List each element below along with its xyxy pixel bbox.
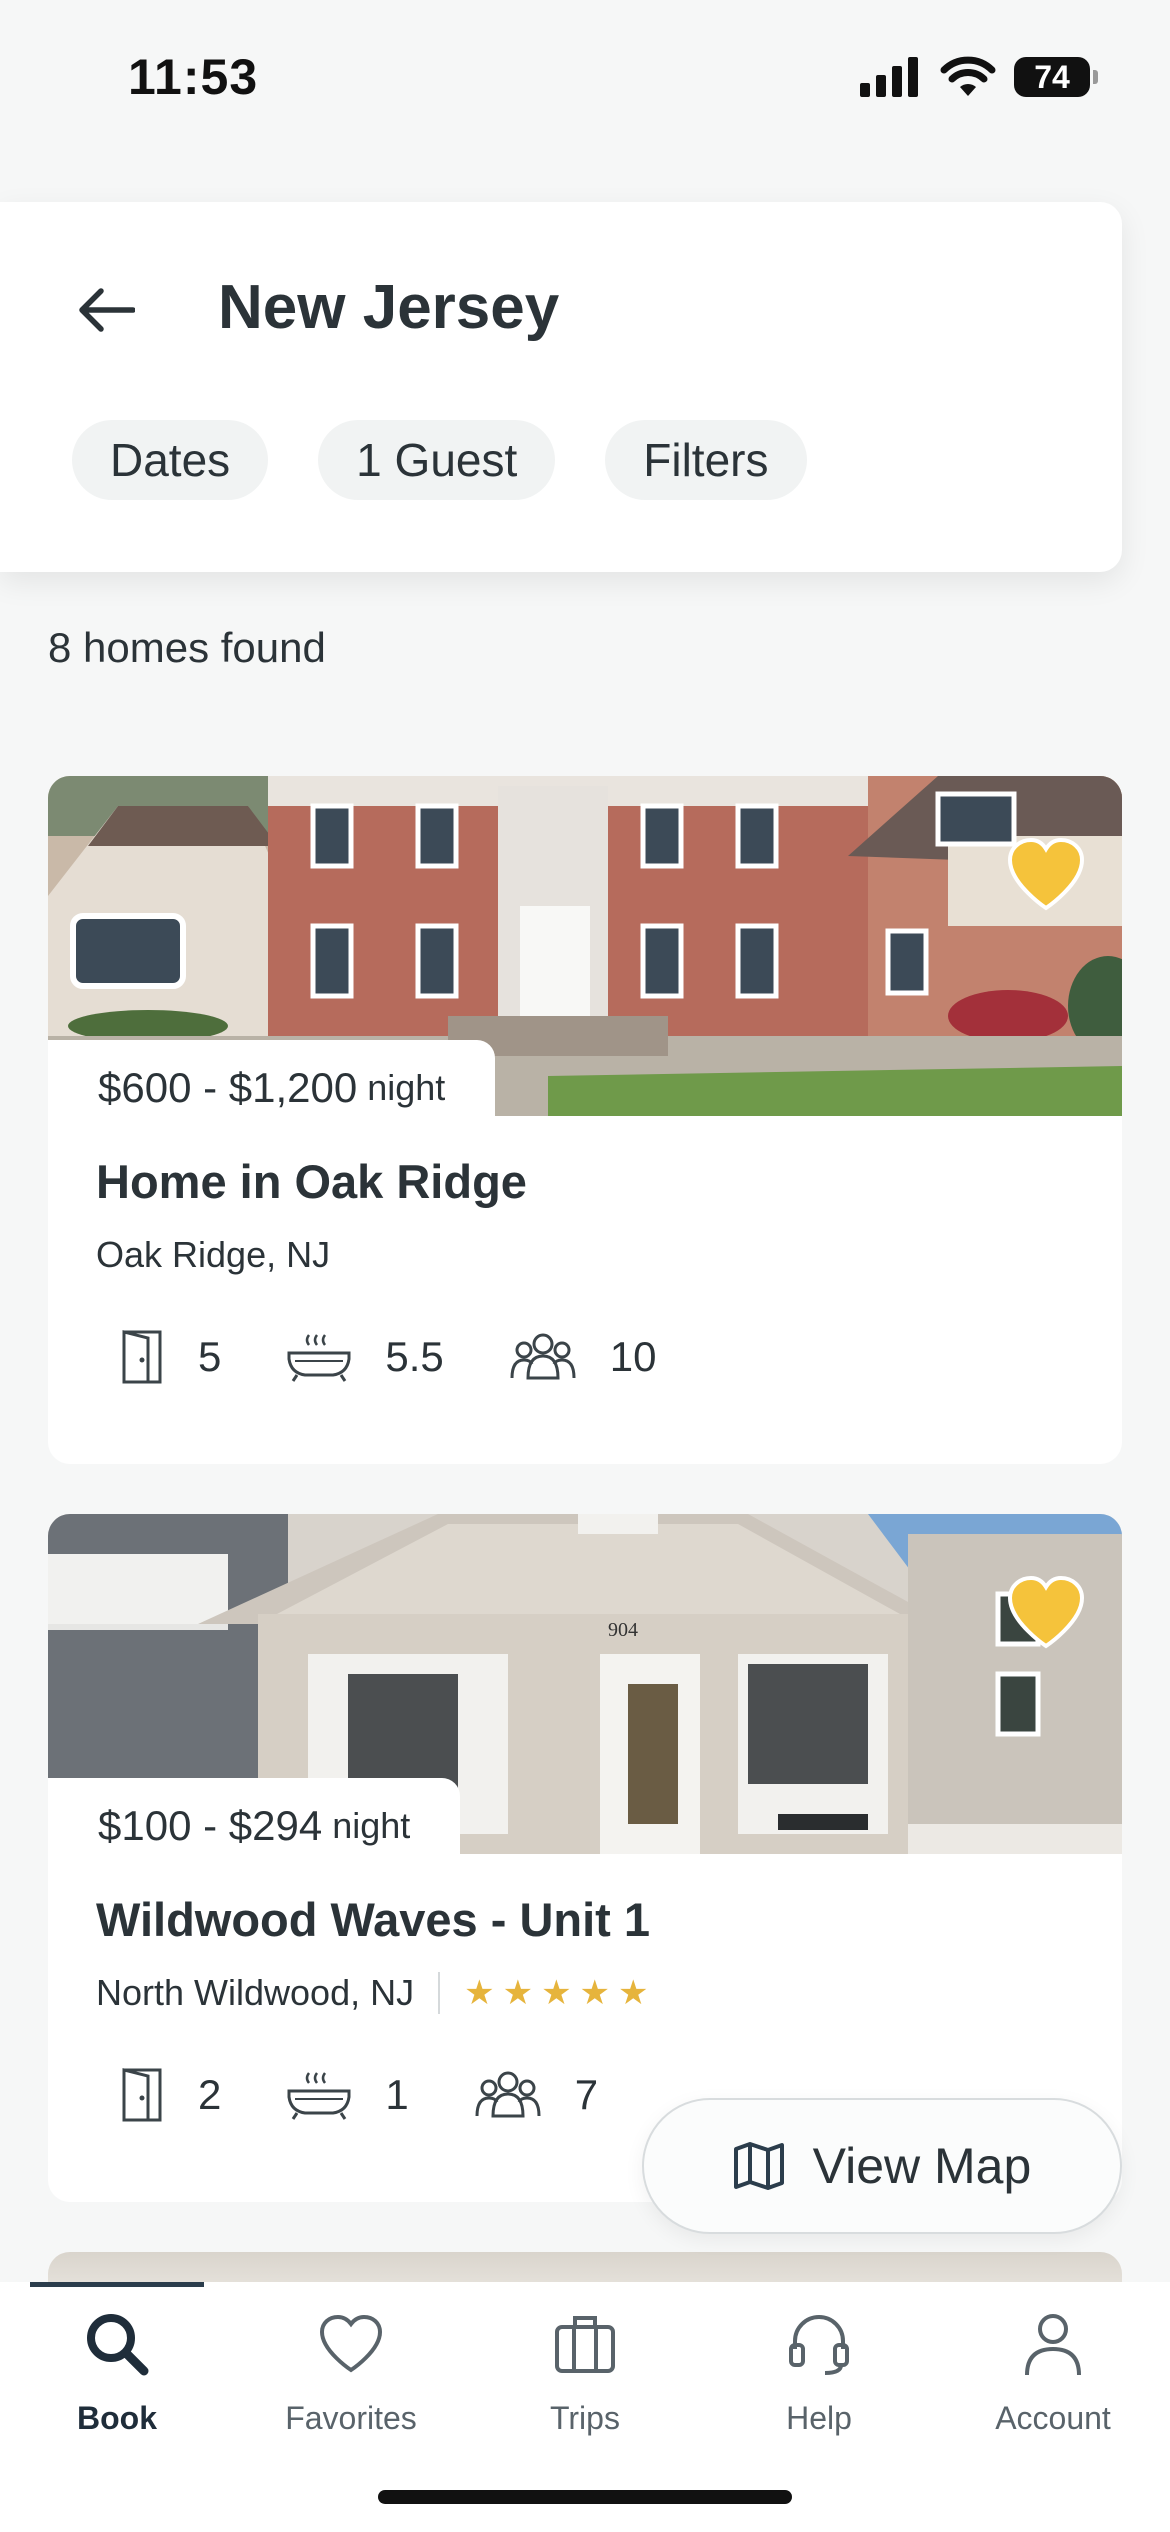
listing-card[interactable]: $600 - $1,200 night Home in Oak Ridge Oa… [48,776,1122,1464]
listing-name[interactable]: Wildwood Waves - Unit 1 [96,1892,650,1947]
guests-amenity: 10 [510,1332,657,1382]
price-range: $100 - $294 [98,1802,323,1849]
status-icons: 74 [860,56,1098,98]
guests-amenity: 7 [475,2070,598,2120]
house-number-text: 904 [608,1619,638,1641]
suitcase-icon [555,2316,615,2373]
guests-count: 7 [574,2071,599,2118]
headset-icon [789,2315,849,2375]
tab-book[interactable]: Book [0,2304,234,2454]
bathrooms-amenity: 1 [287,2069,409,2121]
active-tab-indicator [30,2282,204,2287]
bedrooms-count: 2 [198,2071,222,2118]
battery-icon: 74 [1014,57,1098,97]
home-indicator [378,2490,792,2504]
status-bar: 11:53 74 [0,0,1170,150]
dates-chip[interactable]: Dates [72,420,269,500]
tab-account[interactable]: Account [936,2304,1170,2454]
tab-label: Book [77,2400,157,2436]
tab-help[interactable]: Help [702,2304,936,2454]
guests-chip[interactable]: 1 Guest [318,420,556,500]
bathrooms-count: 5.5 [385,1333,444,1380]
star-icon: ★ [618,1974,649,2012]
search-header-card [0,202,1122,572]
page-title: New Jersey [218,273,560,342]
status-time: 11:53 [128,49,259,105]
bathrooms-amenity: 5.5 [287,1331,444,1383]
view-map-label: View Map [812,2138,1032,2194]
tab-label: Favorites [285,2400,417,2436]
favorite-heart-icon[interactable] [1006,838,1086,912]
filters-chip[interactable]: Filters [605,420,807,500]
tab-label: Account [995,2400,1111,2436]
door-icon [122,2068,162,2122]
tab-favorites[interactable]: Favorites [234,2304,468,2454]
search-icon [87,2314,149,2376]
location-divider [438,1972,441,2014]
door-icon [122,1330,162,1384]
amenities-row: 2 1 7 [120,2066,664,2124]
listing-location: North Wildwood, NJ [96,1972,415,2013]
cellular-signal-icon [860,57,918,97]
rating-stars: ★ ★ ★ ★ ★ [464,1976,648,2010]
person-icon [1025,2314,1081,2376]
tab-trips[interactable]: Trips [468,2304,702,2454]
listing-details: Home in Oak Ridge Oak Ridge, NJ 5 5.5 10 [48,1116,1122,1464]
bathtub-icon [287,1334,351,1382]
star-icon: ★ [464,1974,495,2012]
back-button[interactable] [74,278,138,342]
bathtub-icon [287,2072,351,2120]
tab-label: Trips [550,2400,620,2436]
filter-chips: Dates 1 Guest Filters [72,420,807,500]
star-icon: ★ [579,1974,611,2012]
price-unit: night [367,1067,446,1108]
guests-icon [510,1333,576,1380]
amenities-row: 5 5.5 10 [120,1328,722,1386]
price-unit: night [332,1805,411,1846]
heart-icon [319,2314,383,2373]
listing-location-row: North Wildwood, NJ ★ ★ ★ ★ ★ [96,1972,649,2014]
star-icon: ★ [541,1974,572,2012]
bedrooms-amenity: 2 [120,2066,221,2124]
guests-icon [475,2071,541,2118]
listing-name[interactable]: Home in Oak Ridge [96,1154,527,1209]
listing-location: Oak Ridge, NJ [96,1234,331,1275]
view-map-button[interactable]: View Map [642,2098,1122,2234]
wifi-icon [940,56,996,96]
price-range: $600 - $1,200 [98,1064,358,1111]
favorite-heart-icon[interactable] [1006,1576,1086,1650]
map-icon [733,2142,784,2190]
guests-count: 10 [609,1333,657,1380]
star-icon: ★ [502,1974,534,2012]
listing-location-row: Oak Ridge, NJ [96,1234,330,1276]
bedrooms-amenity: 5 [120,1328,221,1386]
back-arrow-icon [79,288,135,332]
results-count: 8 homes found [48,624,326,671]
bedrooms-count: 5 [198,1333,222,1380]
bathrooms-count: 1 [385,2071,409,2118]
tab-label: Help [786,2400,852,2436]
